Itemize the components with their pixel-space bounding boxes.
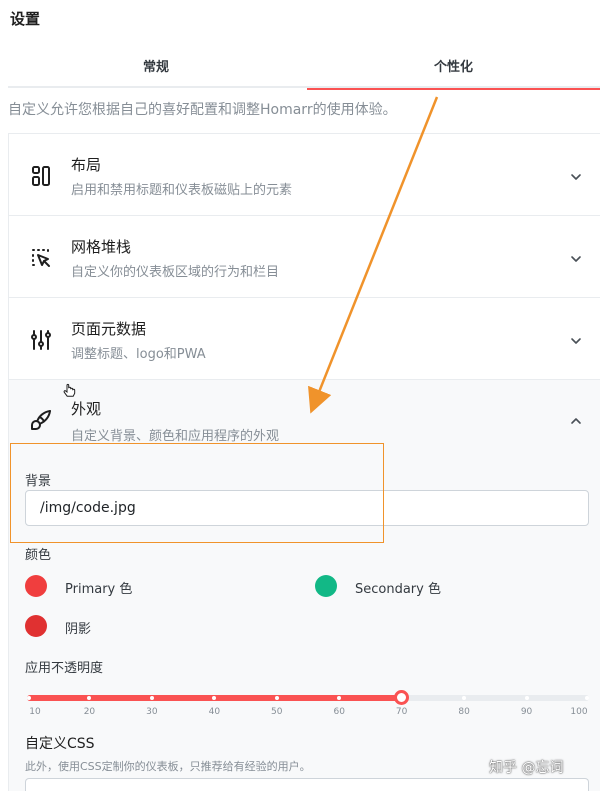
slider-mark xyxy=(585,696,589,700)
chevron-down-icon[interactable] xyxy=(569,251,583,265)
grid-select-icon xyxy=(29,246,53,270)
primary-color-label: Primary 色 xyxy=(65,582,133,597)
secondary-color-swatch[interactable] xyxy=(315,575,337,597)
personalization-description: 自定义允许您根据自己的喜好配置和调整Homarr的使用体验。 xyxy=(8,102,397,118)
brush-icon xyxy=(29,408,53,432)
colors-label: 颜色 xyxy=(25,548,52,563)
slider-mark-label: 30 xyxy=(146,707,158,717)
slider-mark xyxy=(274,696,279,700)
slider-mark-label: 90 xyxy=(520,707,533,717)
shade-color-swatch[interactable] xyxy=(25,615,47,637)
accordion-title: 布局 xyxy=(71,156,102,174)
slider-mark-label: 10 xyxy=(29,707,41,717)
watermark: 知乎 @忘词 xyxy=(489,760,564,776)
opacity-label: 应用不透明度 xyxy=(25,661,104,676)
tab-personalization[interactable]: 个性化 xyxy=(307,52,600,90)
slider-mark-label: 60 xyxy=(333,707,345,717)
accordion-title: 网格堆栈 xyxy=(71,238,132,256)
accordion-item-appearance[interactable]: 外观 自定义背景、颜色和应用程序的外观 背景 /img/code.jpg 颜色 … xyxy=(9,380,600,791)
slider-mark-label: 80 xyxy=(458,707,470,717)
slider-mark-label: 50 xyxy=(271,707,283,717)
slider-mark xyxy=(149,696,154,700)
chevron-down-icon[interactable] xyxy=(569,333,583,347)
slider-mark xyxy=(462,696,467,700)
hand-cursor-icon xyxy=(62,383,78,399)
settings-tabs: 常规 个性化 xyxy=(8,52,600,90)
slider-mark-label: 20 xyxy=(83,707,96,717)
primary-color-swatch[interactable] xyxy=(25,575,47,597)
custom-css-editor[interactable] xyxy=(25,778,589,791)
adjustments-icon xyxy=(29,328,53,352)
slider-mark-label: 40 xyxy=(208,707,221,717)
custom-css-help: 此外，使用CSS定制你的仪表板，只推荐给有经验的用户。 xyxy=(25,760,311,773)
layout-icon xyxy=(29,164,53,188)
accordion-title: 外观 xyxy=(71,400,102,418)
shade-color-label: 阴影 xyxy=(65,622,92,637)
chevron-down-icon[interactable] xyxy=(569,169,583,183)
settings-title: 设置 xyxy=(10,10,41,28)
accordion-subtitle: 自定义背景、颜色和应用程序的外观 xyxy=(71,429,280,444)
slider-mark-label: 70 xyxy=(395,707,408,717)
accordion-title: 页面元数据 xyxy=(71,320,147,338)
secondary-color-label: Secondary 色 xyxy=(355,582,441,597)
slider-mark-label: 100 xyxy=(570,707,588,717)
chevron-up-icon[interactable] xyxy=(569,413,583,427)
slider-mark xyxy=(27,696,31,700)
accordion-subtitle: 启用和禁用标题和仪表板磁贴上的元素 xyxy=(71,183,293,198)
accordion-subtitle: 调整标题、logo和PWA xyxy=(71,347,206,362)
annotation-highlight-box xyxy=(10,443,384,543)
accordion-subtitle: 自定义你的仪表板区域的行为和栏目 xyxy=(71,265,280,280)
accordion-item-layout[interactable]: 布局 启用和禁用标题和仪表板磁贴上的元素 xyxy=(9,134,600,216)
opacity-slider-thumb[interactable] xyxy=(394,690,410,705)
custom-css-label: 自定义CSS xyxy=(25,736,95,752)
accordion-item-grid-stack[interactable]: 网格堆栈 自定义你的仪表板区域的行为和栏目 xyxy=(9,216,600,298)
tab-general[interactable]: 常规 xyxy=(8,52,304,88)
opacity-slider-labels: 10 20 30 40 50 60 70 80 90 100 xyxy=(27,707,589,719)
accordion-item-page-metadata[interactable]: 页面元数据 调整标题、logo和PWA xyxy=(9,298,600,380)
opacity-slider[interactable] xyxy=(27,690,589,705)
slider-mark xyxy=(524,696,529,700)
